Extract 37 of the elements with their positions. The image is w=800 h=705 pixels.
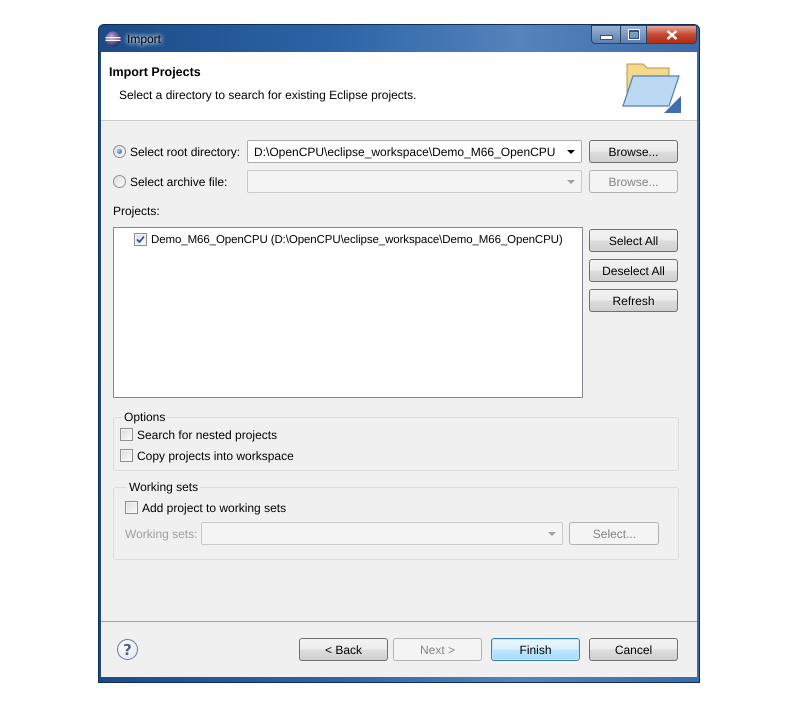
close-icon bbox=[666, 30, 678, 40]
list-action-button[interactable]: Deselect All bbox=[589, 259, 678, 282]
list-action-button[interactable]: Refresh bbox=[589, 289, 678, 312]
wizard-button[interactable]: < Back bbox=[299, 638, 388, 661]
radio-label: Select root directory: bbox=[130, 144, 240, 158]
option-label: Copy projects into workspace bbox=[137, 448, 294, 462]
wizard-button[interactable]: Finish bbox=[491, 638, 580, 661]
sphere-icon bbox=[105, 30, 121, 46]
page-title: Import Projects bbox=[109, 65, 202, 79]
checkbox[interactable] bbox=[120, 428, 133, 441]
option-label: Add project to working sets bbox=[142, 500, 286, 514]
maximize-icon bbox=[628, 30, 638, 39]
radio-label: Select archive file: bbox=[130, 174, 228, 188]
maximize-button[interactable] bbox=[621, 25, 647, 44]
group-title: Working sets bbox=[128, 480, 200, 494]
browse-button[interactable]: Browse... bbox=[589, 140, 678, 163]
caret-icon bbox=[567, 150, 575, 154]
caret-icon bbox=[567, 180, 575, 184]
page-description: Select a directory to search for existing Eclipse projects. bbox=[118, 88, 418, 102]
checkbox[interactable] bbox=[134, 233, 147, 246]
window-title: Import bbox=[127, 32, 162, 46]
caret-icon bbox=[548, 532, 556, 536]
list-action-button[interactable]: Select All bbox=[589, 229, 678, 252]
radio-button[interactable] bbox=[113, 145, 126, 158]
project-item: Demo_M66_OpenCPU (D:\OpenCPU\eclipse_workspace\Demo_M66_OpenCPU) bbox=[151, 234, 563, 246]
path-combo[interactable]: D:\OpenCPU\eclipse_workspace\Demo_M66_OpenCPU bbox=[247, 140, 582, 163]
minimize-button[interactable] bbox=[591, 25, 621, 44]
working-sets-combo[interactable] bbox=[201, 522, 564, 545]
projects-label: Projects: bbox=[113, 204, 160, 218]
group-title: Options bbox=[123, 410, 166, 424]
close-button[interactable] bbox=[647, 25, 697, 44]
option-label: Search for nested projects bbox=[137, 428, 278, 442]
help-button[interactable]: ? bbox=[117, 639, 138, 660]
minimize-icon bbox=[600, 34, 612, 40]
checkbox[interactable] bbox=[120, 449, 133, 462]
wizard-button[interactable]: Cancel bbox=[589, 638, 678, 661]
field-label: Working sets: bbox=[125, 526, 198, 540]
